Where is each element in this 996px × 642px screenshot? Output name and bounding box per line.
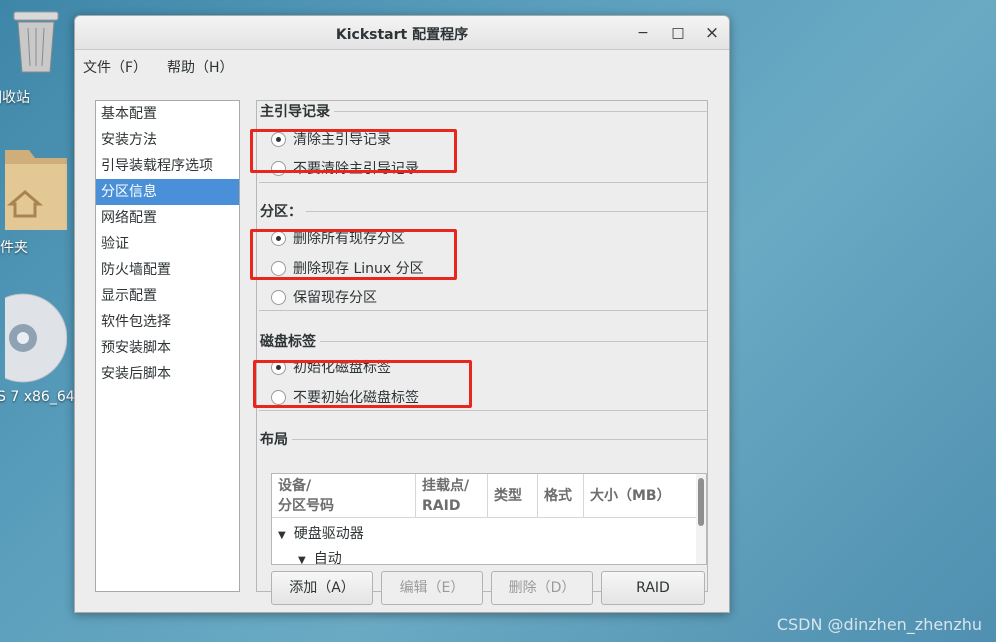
nav-item-display[interactable]: 显示配置 [96,283,239,309]
maximize-button[interactable]: □ [668,23,688,43]
layout-title: 布局 [260,429,292,449]
nav-item-install-method[interactable]: 安装方法 [96,127,239,153]
minimize-button[interactable]: − [633,23,653,43]
col-device[interactable]: 设备/ 分区号码 [272,474,416,518]
disk-label-title: 磁盘标签 [260,331,320,351]
partition-panel: 主引导记录 清除主引导记录 不要清除主引导记录 分区： 删除所有现存分区 删除现… [250,100,708,605]
nav-item-packages[interactable]: 软件包选择 [96,309,239,335]
col-device-line2: 分区号码 [278,498,334,514]
highlight-box-disk-label [253,360,472,408]
nav-item-partition[interactable]: 分区信息 [96,179,239,205]
nav-item-network[interactable]: 网络配置 [96,205,239,231]
partitions-title: 分区： [260,201,306,221]
nav-item-post-script[interactable]: 安装后脚本 [96,361,239,387]
trash-icon [13,11,59,73]
tree-row-auto[interactable]: ▼ 自动 [298,548,342,565]
nav-item-basic[interactable]: 基本配置 [96,101,239,127]
nav-item-firewall[interactable]: 防火墙配置 [96,257,239,283]
menu-file[interactable]: 文件（F） [83,57,147,77]
disc-icon [0,293,68,383]
raid-button[interactable]: RAID [601,571,705,605]
menubar: 文件（F） 帮助（H） [75,51,729,79]
mbr-title: 主引导记录 [260,101,334,121]
scrollbar-thumb[interactable] [698,478,704,526]
close-button[interactable]: × [702,23,722,43]
dvd-desktop-icon[interactable] [0,292,72,386]
dvd-label: OS 7 x86_64 [0,389,75,405]
col-size[interactable]: 大小（MB） [584,474,696,518]
folder-icon [5,150,67,230]
kickstart-window: Kickstart 配置程序 − □ × 文件（F） 帮助（H） 基本配置 安装… [74,15,730,613]
menu-help[interactable]: 帮助（H） [167,57,234,77]
highlight-box-partitions [250,229,457,280]
partition-table[interactable]: 设备/ 分区号码 挂载点/ RAID 类型 格式 大小（MB） ▼ 硬盘驱动器 ▼… [271,473,707,565]
titlebar[interactable]: Kickstart 配置程序 − □ × [75,16,729,50]
col-format[interactable]: 格式 [538,474,584,518]
window-title: Kickstart 配置程序 [335,27,469,43]
edit-button[interactable]: 编辑（E） [381,571,483,605]
nav-item-bootloader[interactable]: 引导装载程序选项 [96,153,239,179]
col-mount-line1: 挂载点/ [422,478,470,494]
col-mount[interactable]: 挂载点/ RAID [416,474,488,518]
radio-label: 保留现存分区 [293,290,377,306]
nav-item-pre-script[interactable]: 预安装脚本 [96,335,239,361]
add-button[interactable]: 添加（A） [271,571,373,605]
expand-triangle-icon[interactable]: ▼ [278,530,286,541]
col-mount-line2: RAID [422,498,461,514]
expand-triangle-icon[interactable]: ▼ [298,555,306,564]
col-format-label: 格式 [544,488,572,504]
tree-row-hard-drives[interactable]: ▼ 硬盘驱动器 [278,523,364,543]
highlight-box-mbr [250,129,457,173]
col-type[interactable]: 类型 [488,474,538,518]
section-list: 基本配置 安装方法 引导装载程序选项 分区信息 网络配置 验证 防火墙配置 显示… [95,100,240,592]
col-size-label: 大小（MB） [590,488,671,504]
tree-label: 自动 [313,551,342,565]
watermark: CSDN @dinzhen_zhenzhu [776,615,982,634]
tree-label: 硬盘驱动器 [293,526,364,542]
col-device-line1: 设备/ [278,478,312,494]
nav-item-auth[interactable]: 验证 [96,231,239,257]
folder-desktop-icon[interactable] [0,140,72,240]
delete-button[interactable]: 删除（D） [491,571,593,605]
radio-indicator[interactable] [271,290,286,305]
table-scrollbar[interactable] [696,474,706,564]
folder-label: 文件夹 [0,240,28,256]
col-type-label: 类型 [494,488,522,504]
trash-label: 回收站 [0,90,30,106]
